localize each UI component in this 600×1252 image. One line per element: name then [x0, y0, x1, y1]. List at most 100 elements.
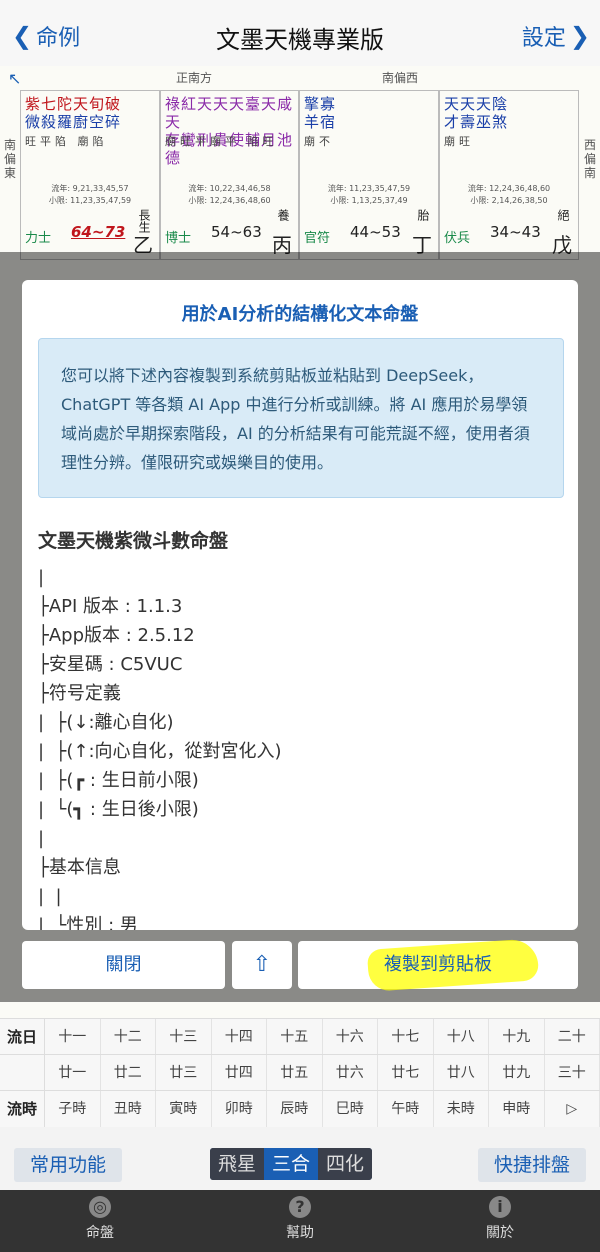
text-line: ├符号定義 [38, 683, 121, 704]
liunian: 流年: 11,23,35,47,59 [327, 184, 411, 193]
brightness: 旺平陷 廟陷 [25, 135, 108, 148]
arrow-up-icon: ⇧ [252, 952, 272, 977]
seg-sihua[interactable]: 四化 [318, 1148, 373, 1180]
liunian-block: 流年: 12,24,36,48,60 小限: 2,14,26,38,50 [440, 183, 578, 207]
date-cell[interactable]: 十八 [434, 1019, 489, 1055]
date-cell[interactable]: 廿七 [378, 1055, 434, 1091]
chart-icon: ◎ [89, 1196, 111, 1218]
xiaoxian: 小限: 12,24,36,48,60 [188, 196, 271, 205]
text-line: ├API 版本 : 1.1.3 [38, 596, 183, 617]
close-button[interactable]: 關閉 [22, 941, 225, 989]
arrow-nw-icon: ↖ [8, 69, 22, 88]
text-line: ├App版本 : 2.5.12 [38, 625, 195, 646]
stage-label: 養 [276, 209, 290, 221]
god-label: 博士 [165, 231, 192, 246]
tab-bar: ◎ 命盤 ? 幫助 i 關於 [0, 1190, 600, 1252]
age-range: 64~73 [71, 223, 126, 241]
dialog-title: 用於AI分析的結構化文本命盤 [181, 304, 419, 325]
row-label: 流時 [0, 1091, 45, 1127]
date-cell[interactable]: 丑時 [101, 1091, 156, 1127]
palace-cell[interactable]: 天天天陰 才壽巫煞 廟旺 流年: 12,24,36,48,60 小限: 2,14… [439, 90, 579, 260]
brightness: 廟旺平廟平 陷旺 [165, 135, 278, 148]
structured-text-content[interactable]: 文墨天機紫微斗數命盤 | ├API 版本 : 1.1.3 ├App版本 : 2.5.… [38, 526, 564, 930]
date-cell[interactable]: 廿五 [267, 1055, 323, 1091]
date-cell[interactable]: 卯時 [212, 1091, 267, 1127]
date-cell[interactable]: 廿九 [489, 1055, 545, 1091]
liushi-row: 流時 子時 丑時 寅時 卯時 辰時 巳時 午時 未時 申時 ▷ [0, 1090, 600, 1127]
tab-label: 幫助 [286, 1225, 314, 1241]
date-cell[interactable]: 十二 [101, 1019, 156, 1055]
date-cell[interactable]: 十七 [378, 1019, 434, 1055]
age-range: 34~43 [490, 223, 541, 241]
date-cell[interactable]: 廿八 [434, 1055, 489, 1091]
date-cell[interactable]: 十九 [489, 1019, 545, 1055]
date-cell[interactable]: 廿三 [156, 1055, 212, 1091]
date-cell[interactable]: 十五 [267, 1019, 323, 1055]
age-range: 54~63 [211, 223, 262, 241]
date-cell[interactable]: 十四 [212, 1019, 267, 1055]
seg-sanhe[interactable]: 三合 [264, 1148, 319, 1180]
tab-help[interactable]: ? 幫助 [200, 1190, 400, 1252]
stars-line-1: 天天天陰 [444, 95, 509, 113]
info-icon: i [489, 1196, 511, 1218]
brightness: 廟不 [304, 135, 334, 148]
date-cell[interactable]: 十三 [156, 1019, 212, 1055]
page-title: 文墨天機專業版 [216, 26, 384, 54]
text-tree: | ├API 版本 : 1.1.3 ├App版本 : 2.5.12 ├安星碼 : C5… [38, 563, 564, 930]
text-line: | [38, 567, 45, 588]
date-cell[interactable]: ▷ [545, 1091, 600, 1127]
tab-label: 關於 [486, 1225, 514, 1241]
date-cell[interactable]: 廿四 [212, 1055, 267, 1091]
settings-button[interactable]: 設定 ❯ [522, 20, 590, 52]
date-cell[interactable]: 寅時 [156, 1091, 212, 1127]
date-cell[interactable]: 廿六 [323, 1055, 378, 1091]
text-line: ├安星碼 : C5VUC [38, 654, 183, 675]
date-cell[interactable]: 申時 [489, 1091, 545, 1127]
text-line: | ├(┏ : 生日前小限) [38, 770, 199, 791]
settings-label: 設定 [521, 26, 566, 51]
date-cell[interactable]: 子時 [45, 1091, 101, 1127]
stage-label: 絕 [556, 209, 570, 221]
palace-stars: 紫七陀天旬破 微殺羅廚空碎 [25, 95, 121, 131]
date-cell[interactable]: 午時 [378, 1091, 434, 1127]
god-label: 力士 [25, 231, 52, 246]
liunian-block: 流年: 9,21,33,45,57 小限: 11,23,35,47,59 [21, 183, 159, 207]
liunian: 流年: 9,21,33,45,57 [51, 184, 129, 193]
date-cell[interactable]: 廿一 [45, 1055, 101, 1091]
liunian: 流年: 10,22,34,46,58 [188, 184, 271, 193]
date-cell[interactable]: 十六 [323, 1019, 378, 1055]
ai-text-dialog: 用於AI分析的結構化文本命盤 您可以將下述內容複製到系統剪貼板並粘貼到 Deep… [22, 280, 578, 930]
xiaoxian: 小限: 11,23,35,47,59 [48, 196, 132, 205]
palace-cell[interactable]: 祿紅天天天臺天咸天 存鸞刑貴使輔月池德 廟旺平廟平 陷旺 流年: 10,22,3… [160, 90, 299, 260]
god-label: 伏兵 [444, 231, 471, 246]
chevron-right-icon: ❯ [569, 22, 590, 50]
liunian: 流年: 12,24,36,48,60 [467, 184, 551, 193]
stars-line-2: 羊宿 [304, 113, 337, 131]
mode-segmented-control: 飛星 三合 四化 [210, 1148, 373, 1180]
text-line: | [38, 828, 45, 849]
date-cell[interactable]: 廿二 [101, 1055, 156, 1091]
common-functions-button[interactable]: 常用功能 [14, 1148, 123, 1182]
date-cell[interactable]: 三十 [545, 1055, 600, 1091]
tab-about[interactable]: i 關於 [400, 1190, 600, 1252]
palace-cell[interactable]: 擎寡 羊宿 廟不 流年: 11,23,35,47,59 小限: 1,13,25,… [299, 90, 439, 260]
stars-line-1: 紫七陀天旬破 [25, 95, 122, 113]
text-line: | └(┓ : 生日後小限) [38, 799, 199, 820]
direction-west-south: 西偏南 [583, 138, 596, 180]
date-cell[interactable]: 辰時 [267, 1091, 323, 1127]
row-label-empty [0, 1055, 45, 1091]
seg-feixing[interactable]: 飛星 [210, 1148, 265, 1180]
xiaoxian: 小限: 2,14,26,38,50 [470, 196, 548, 205]
stars-line-2: 才壽巫煞 [444, 113, 509, 131]
date-cell[interactable]: 十一 [45, 1019, 101, 1055]
scroll-top-button[interactable]: ⇧ [232, 941, 292, 989]
tab-chart[interactable]: ◎ 命盤 [0, 1190, 200, 1252]
quick-chart-button[interactable]: 快捷排盤 [477, 1148, 586, 1182]
god-label: 官符 [304, 231, 331, 246]
copy-button-label: 複製到剪貼板 [384, 954, 492, 975]
palace-cell[interactable]: 紫七陀天旬破 微殺羅廚空碎 旺平陷 廟陷 流年: 9,21,33,45,57 小… [20, 90, 160, 260]
date-cell[interactable]: 未時 [434, 1091, 489, 1127]
date-cell[interactable]: 二十 [545, 1019, 600, 1055]
xiaoxian: 小限: 1,13,25,37,49 [330, 196, 408, 205]
date-cell[interactable]: 巳時 [323, 1091, 378, 1127]
